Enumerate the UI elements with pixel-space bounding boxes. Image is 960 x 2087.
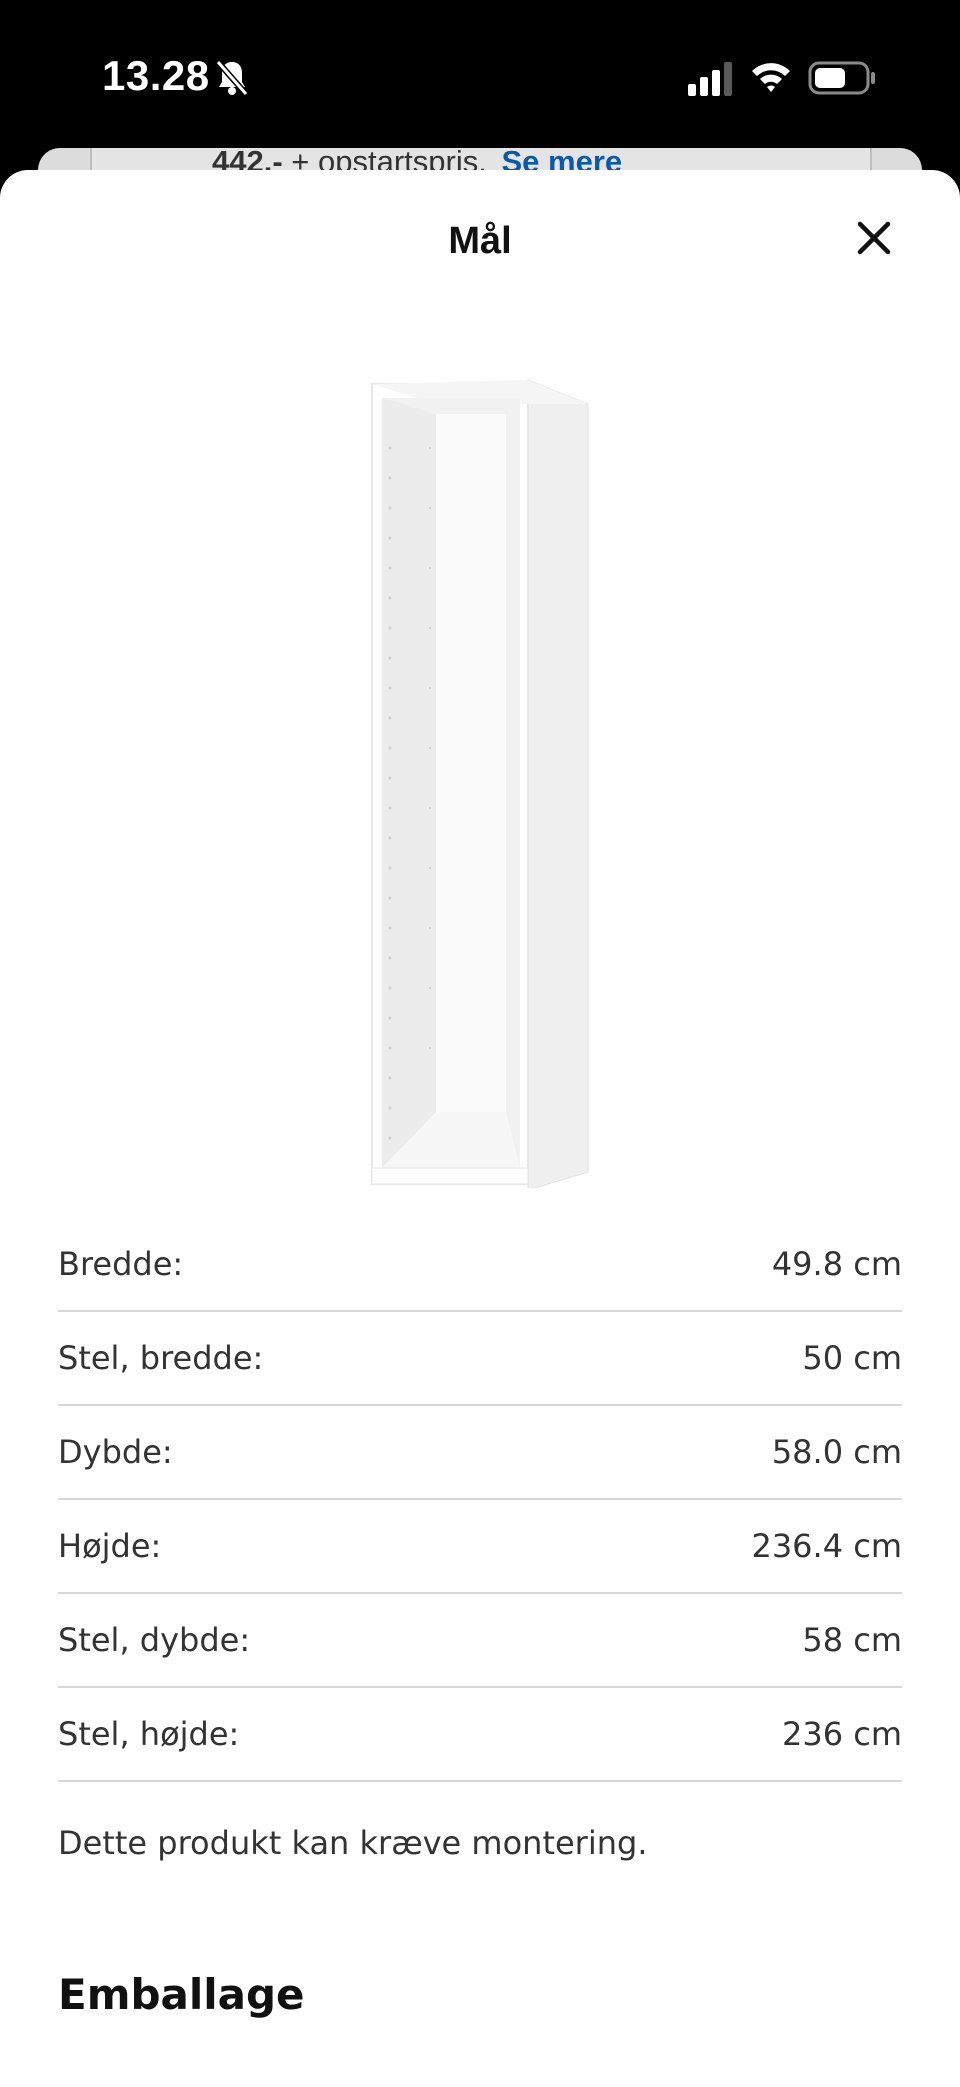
- dimension-value: 236 cm: [781, 1715, 902, 1753]
- dimension-value: 58.0 cm: [771, 1433, 902, 1471]
- close-button[interactable]: [850, 214, 898, 262]
- dimension-label: Bredde:: [58, 1245, 184, 1283]
- dimension-label: Dybde:: [58, 1433, 173, 1471]
- dimension-row: Højde: 236.4 cm: [58, 1500, 902, 1594]
- dimension-row: Stel, bredde: 50 cm: [58, 1312, 902, 1406]
- assembly-note: Dette produkt kan kræve montering.: [58, 1824, 648, 1862]
- signal-icon: [688, 62, 732, 96]
- dimension-row: Stel, højde: 236 cm: [58, 1688, 902, 1782]
- dimension-row: Bredde: 49.8 cm: [58, 1218, 902, 1312]
- dimension-value: 49.8 cm: [771, 1245, 902, 1283]
- status-bar: 13.28: [0, 0, 960, 150]
- dimension-label: Højde:: [58, 1527, 162, 1565]
- wifi-icon: [752, 63, 790, 92]
- dimensions-list: Bredde: 49.8 cm Stel, bredde: 50 cm Dybd…: [58, 1218, 902, 1782]
- sheet-title: Mål: [448, 220, 512, 262]
- dimension-label: Stel, bredde:: [58, 1339, 264, 1377]
- packaging-heading: Emballage: [58, 1970, 305, 2019]
- close-icon: [857, 221, 891, 255]
- battery-icon: [808, 61, 875, 95]
- dimension-value: 236.4 cm: [751, 1527, 902, 1565]
- dimension-label: Stel, dybde:: [58, 1621, 251, 1659]
- status-time: 13.28: [102, 52, 210, 99]
- dimension-value: 50 cm: [802, 1339, 902, 1377]
- bell-muted-icon: [215, 60, 249, 96]
- dimension-row: Stel, dybde: 58 cm: [58, 1594, 902, 1688]
- dimension-value: 58 cm: [802, 1621, 902, 1659]
- product-image: [371, 379, 589, 1188]
- dimension-row: Dybde: 58.0 cm: [58, 1406, 902, 1500]
- dimensions-sheet: Mål Bredde: 49.8 cm Stel, bredde: 50 cm …: [0, 170, 960, 2087]
- dimension-label: Stel, højde:: [58, 1715, 240, 1753]
